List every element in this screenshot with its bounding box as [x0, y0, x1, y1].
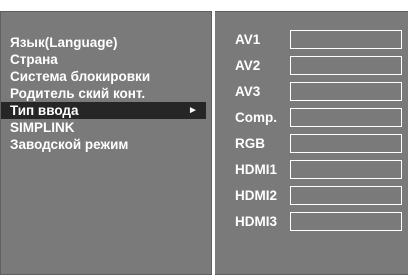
input-type-panel: AV1 AV2 AV3 Comp. RGB HDMI1 HDMI2 HDMI3: [215, 11, 408, 275]
menu-item-input-type[interactable]: Тип ввода ►: [1, 102, 206, 119]
menu-item-simplink[interactable]: SIMPLINK: [1, 119, 213, 136]
input-name-field[interactable]: [290, 134, 402, 153]
input-row-av1[interactable]: AV1: [215, 28, 408, 52]
input-name-field[interactable]: [290, 108, 402, 127]
settings-menu-panel: Язык(Language) Страна Система блокировки…: [0, 11, 212, 275]
arrow-right-icon: ►: [188, 105, 198, 116]
input-label: HDMI1: [235, 162, 278, 177]
input-label: AV2: [235, 58, 261, 73]
input-name-field[interactable]: [290, 82, 402, 101]
input-name-field[interactable]: [290, 56, 402, 75]
input-row-av3[interactable]: AV3: [215, 80, 408, 104]
input-label: AV3: [235, 84, 261, 99]
menu-item-parental-control[interactable]: Родитель ский конт.: [1, 85, 213, 102]
settings-menu-list: Язык(Language) Страна Система блокировки…: [1, 34, 213, 153]
input-row-hdmi1[interactable]: HDMI1: [215, 158, 408, 182]
input-name-field[interactable]: [290, 160, 402, 179]
menu-item-label: Тип ввода: [10, 103, 79, 118]
input-label: AV1: [235, 32, 261, 47]
menu-item-factory-mode[interactable]: Заводской режим: [1, 136, 213, 153]
input-label: Comp.: [235, 110, 277, 125]
input-name-field[interactable]: [290, 30, 402, 49]
menu-item-label: Страна: [10, 52, 58, 67]
input-row-av2[interactable]: AV2: [215, 54, 408, 78]
input-row-hdmi3[interactable]: HDMI3: [215, 210, 408, 234]
input-label: HDMI3: [235, 214, 278, 229]
menu-item-country[interactable]: Страна: [1, 51, 213, 68]
input-label: RGB: [235, 136, 265, 151]
input-label: HDMI2: [235, 188, 278, 203]
menu-item-label: Заводской режим: [10, 137, 129, 152]
tv-menu-screen: Язык(Language) Страна Система блокировки…: [0, 0, 408, 280]
menu-item-lock-system[interactable]: Система блокировки: [1, 68, 213, 85]
menu-item-language[interactable]: Язык(Language): [1, 34, 213, 51]
input-name-field[interactable]: [290, 186, 402, 205]
menu-item-label: Язык(Language): [10, 35, 118, 50]
menu-item-label: SIMPLINK: [10, 120, 75, 135]
menu-item-label: Родитель ский конт.: [10, 86, 146, 101]
menu-item-label: Система блокировки: [10, 69, 151, 84]
input-row-rgb[interactable]: RGB: [215, 132, 408, 156]
input-row-component[interactable]: Comp.: [215, 106, 408, 130]
input-row-hdmi2[interactable]: HDMI2: [215, 184, 408, 208]
input-name-field[interactable]: [290, 212, 402, 231]
